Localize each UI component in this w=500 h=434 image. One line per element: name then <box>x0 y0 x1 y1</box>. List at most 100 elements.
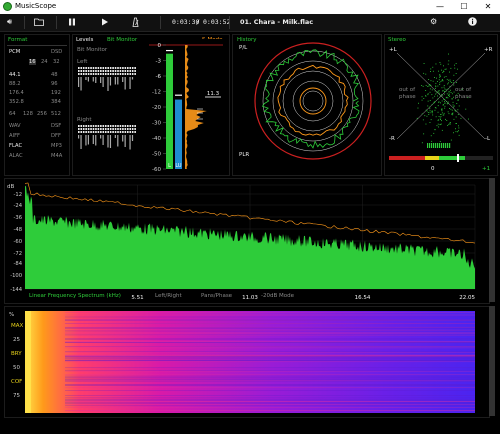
stereo-point <box>435 86 437 88</box>
bit-bar <box>78 135 80 139</box>
pans-phase-mode[interactable]: Pans/Phase <box>201 293 232 299</box>
stereo-point <box>433 132 435 134</box>
stereo-point <box>449 122 451 123</box>
bit-cell <box>112 70 114 72</box>
meter-scale-tick: -50 <box>152 152 161 158</box>
stereo-panel: Stereo +L +R -R -L out of phase out of p… <box>384 34 498 176</box>
stereo-point <box>457 92 459 94</box>
stereo-point <box>446 93 448 95</box>
history-ring <box>282 70 344 132</box>
stereo-point <box>440 102 441 104</box>
stereo-point <box>447 63 449 65</box>
stereo-point <box>456 103 458 104</box>
minus-20db-mode[interactable]: -20dB Mode <box>261 293 294 299</box>
bit-cell <box>87 73 90 75</box>
pause-icon[interactable] <box>68 18 76 28</box>
stereo-point <box>442 70 444 72</box>
gear-icon[interactable]: ⚙ <box>430 17 437 26</box>
bit-cell <box>82 128 85 130</box>
db-tick: -72 <box>14 251 22 257</box>
minimize-button[interactable]: — <box>428 0 452 14</box>
bit-cell <box>114 73 117 75</box>
stereo-point <box>435 63 437 65</box>
spectrogram-label: 25 <box>13 337 20 343</box>
stereo-point <box>442 79 443 81</box>
stereo-point <box>440 119 441 120</box>
volume-icon[interactable]: 🔊︎ <box>7 17 12 27</box>
bit-cell <box>97 67 100 69</box>
spectrum-scrollbar[interactable] <box>489 178 495 302</box>
stereo-point <box>448 95 449 96</box>
stereo-point <box>428 114 430 115</box>
stereo-point <box>446 103 448 105</box>
db-axis-label: dB <box>7 184 14 190</box>
stereo-point <box>457 100 459 101</box>
info-icon[interactable] <box>468 17 477 28</box>
bit-bar <box>109 77 112 86</box>
stereo-point <box>444 102 446 104</box>
stereo-point <box>443 85 445 86</box>
stereo-point <box>448 60 450 62</box>
bit-cell <box>97 125 100 127</box>
correlation-negative <box>389 156 425 160</box>
format-heading: Format <box>8 37 28 43</box>
stereo-point <box>450 108 452 110</box>
maximize-button[interactable]: ☐ <box>452 0 476 14</box>
plr-label: PLR <box>239 152 250 158</box>
bit-monitor-button[interactable]: Bit Monitor <box>107 37 137 43</box>
stereo-point <box>437 123 439 125</box>
stereo-point <box>456 94 457 96</box>
stereo-point <box>439 96 441 98</box>
meter-scale-tick: -6 <box>156 74 162 80</box>
left-level-bar <box>166 53 173 169</box>
folder-icon[interactable] <box>34 18 44 28</box>
stereo-point <box>452 101 454 103</box>
stereo-point <box>425 95 426 97</box>
bit-cell <box>82 67 85 69</box>
spectrogram-scrollbar[interactable] <box>489 306 495 416</box>
stereo-point <box>437 85 439 87</box>
format-rate-right: DSD <box>51 49 63 55</box>
bit-cell <box>92 67 95 69</box>
bit-bar <box>122 135 124 142</box>
bit-cell <box>100 70 102 72</box>
db-tick: -36 <box>14 215 22 221</box>
stereo-point <box>444 68 446 70</box>
bit-grid-left <box>78 67 136 91</box>
close-button[interactable]: ✕ <box>476 0 500 14</box>
stereo-point <box>436 125 438 127</box>
play-icon[interactable] <box>101 18 109 28</box>
divider <box>56 16 57 29</box>
left-right-mode[interactable]: Left/Right <box>155 293 182 299</box>
correlation-positive <box>439 156 465 160</box>
stereo-point <box>429 84 430 85</box>
bit-cell <box>97 73 100 75</box>
stereo-point <box>443 93 445 95</box>
bit-cell <box>107 70 109 72</box>
stereo-point <box>452 80 454 81</box>
stereo-point <box>444 91 445 92</box>
bottom-bar <box>0 420 500 434</box>
stereo-point <box>423 133 425 135</box>
stereo-point <box>437 105 439 107</box>
stereo-point <box>450 67 452 69</box>
bit-cell <box>95 67 97 69</box>
stereo-point <box>449 79 451 81</box>
history-radar <box>254 42 372 160</box>
stereo-point <box>439 75 441 76</box>
bit-cell <box>109 131 112 133</box>
stereo-point <box>456 123 457 124</box>
time-separator: / <box>196 18 200 26</box>
stereo-point <box>429 122 431 123</box>
codec-right: M4A <box>51 153 63 159</box>
stereo-point <box>432 70 434 72</box>
bit-cell <box>95 70 97 72</box>
metronome-icon[interactable] <box>131 17 140 29</box>
correlation-tick <box>435 143 437 148</box>
stereo-point <box>440 94 442 96</box>
bit-cell <box>90 70 92 72</box>
bit-cell <box>85 125 87 127</box>
format-rate-left: PCM <box>9 49 21 55</box>
bit-cell <box>100 125 102 127</box>
stereo-point <box>449 108 450 109</box>
